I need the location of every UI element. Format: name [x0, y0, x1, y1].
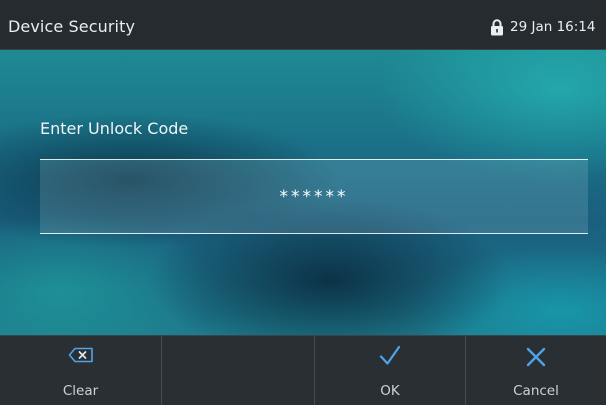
unlock-panel: Enter Unlock Code ******: [0, 50, 606, 335]
empty-softkey[interactable]: [162, 336, 315, 405]
date-time: 29 Jan 16:14: [510, 19, 596, 35]
page-title: Device Security: [8, 17, 136, 36]
softkey-bar: Clear OK Cancel: [0, 335, 606, 405]
title-bar: Device Security 29 Jan 16:14: [0, 0, 606, 50]
unlock-prompt: Enter Unlock Code: [40, 119, 189, 138]
checkmark-icon: [379, 345, 401, 365]
clear-label: Clear: [62, 383, 99, 399]
status-area: 29 Jan 16:14: [490, 18, 595, 36]
ok-label: OK: [380, 383, 400, 399]
device-security-screen: Device Security 29 Jan 16:14 Enter Unloc…: [0, 0, 606, 405]
ok-softkey[interactable]: OK: [315, 336, 466, 405]
lock-icon: [491, 18, 503, 35]
clear-softkey[interactable]: Clear: [0, 336, 162, 405]
unlock-code-value: ******: [279, 187, 349, 207]
unlock-code-field[interactable]: ******: [40, 159, 588, 234]
close-icon: [526, 347, 546, 367]
backspace-icon: [68, 347, 93, 363]
cancel-label: Cancel: [513, 383, 559, 399]
cancel-softkey[interactable]: Cancel: [466, 336, 606, 405]
